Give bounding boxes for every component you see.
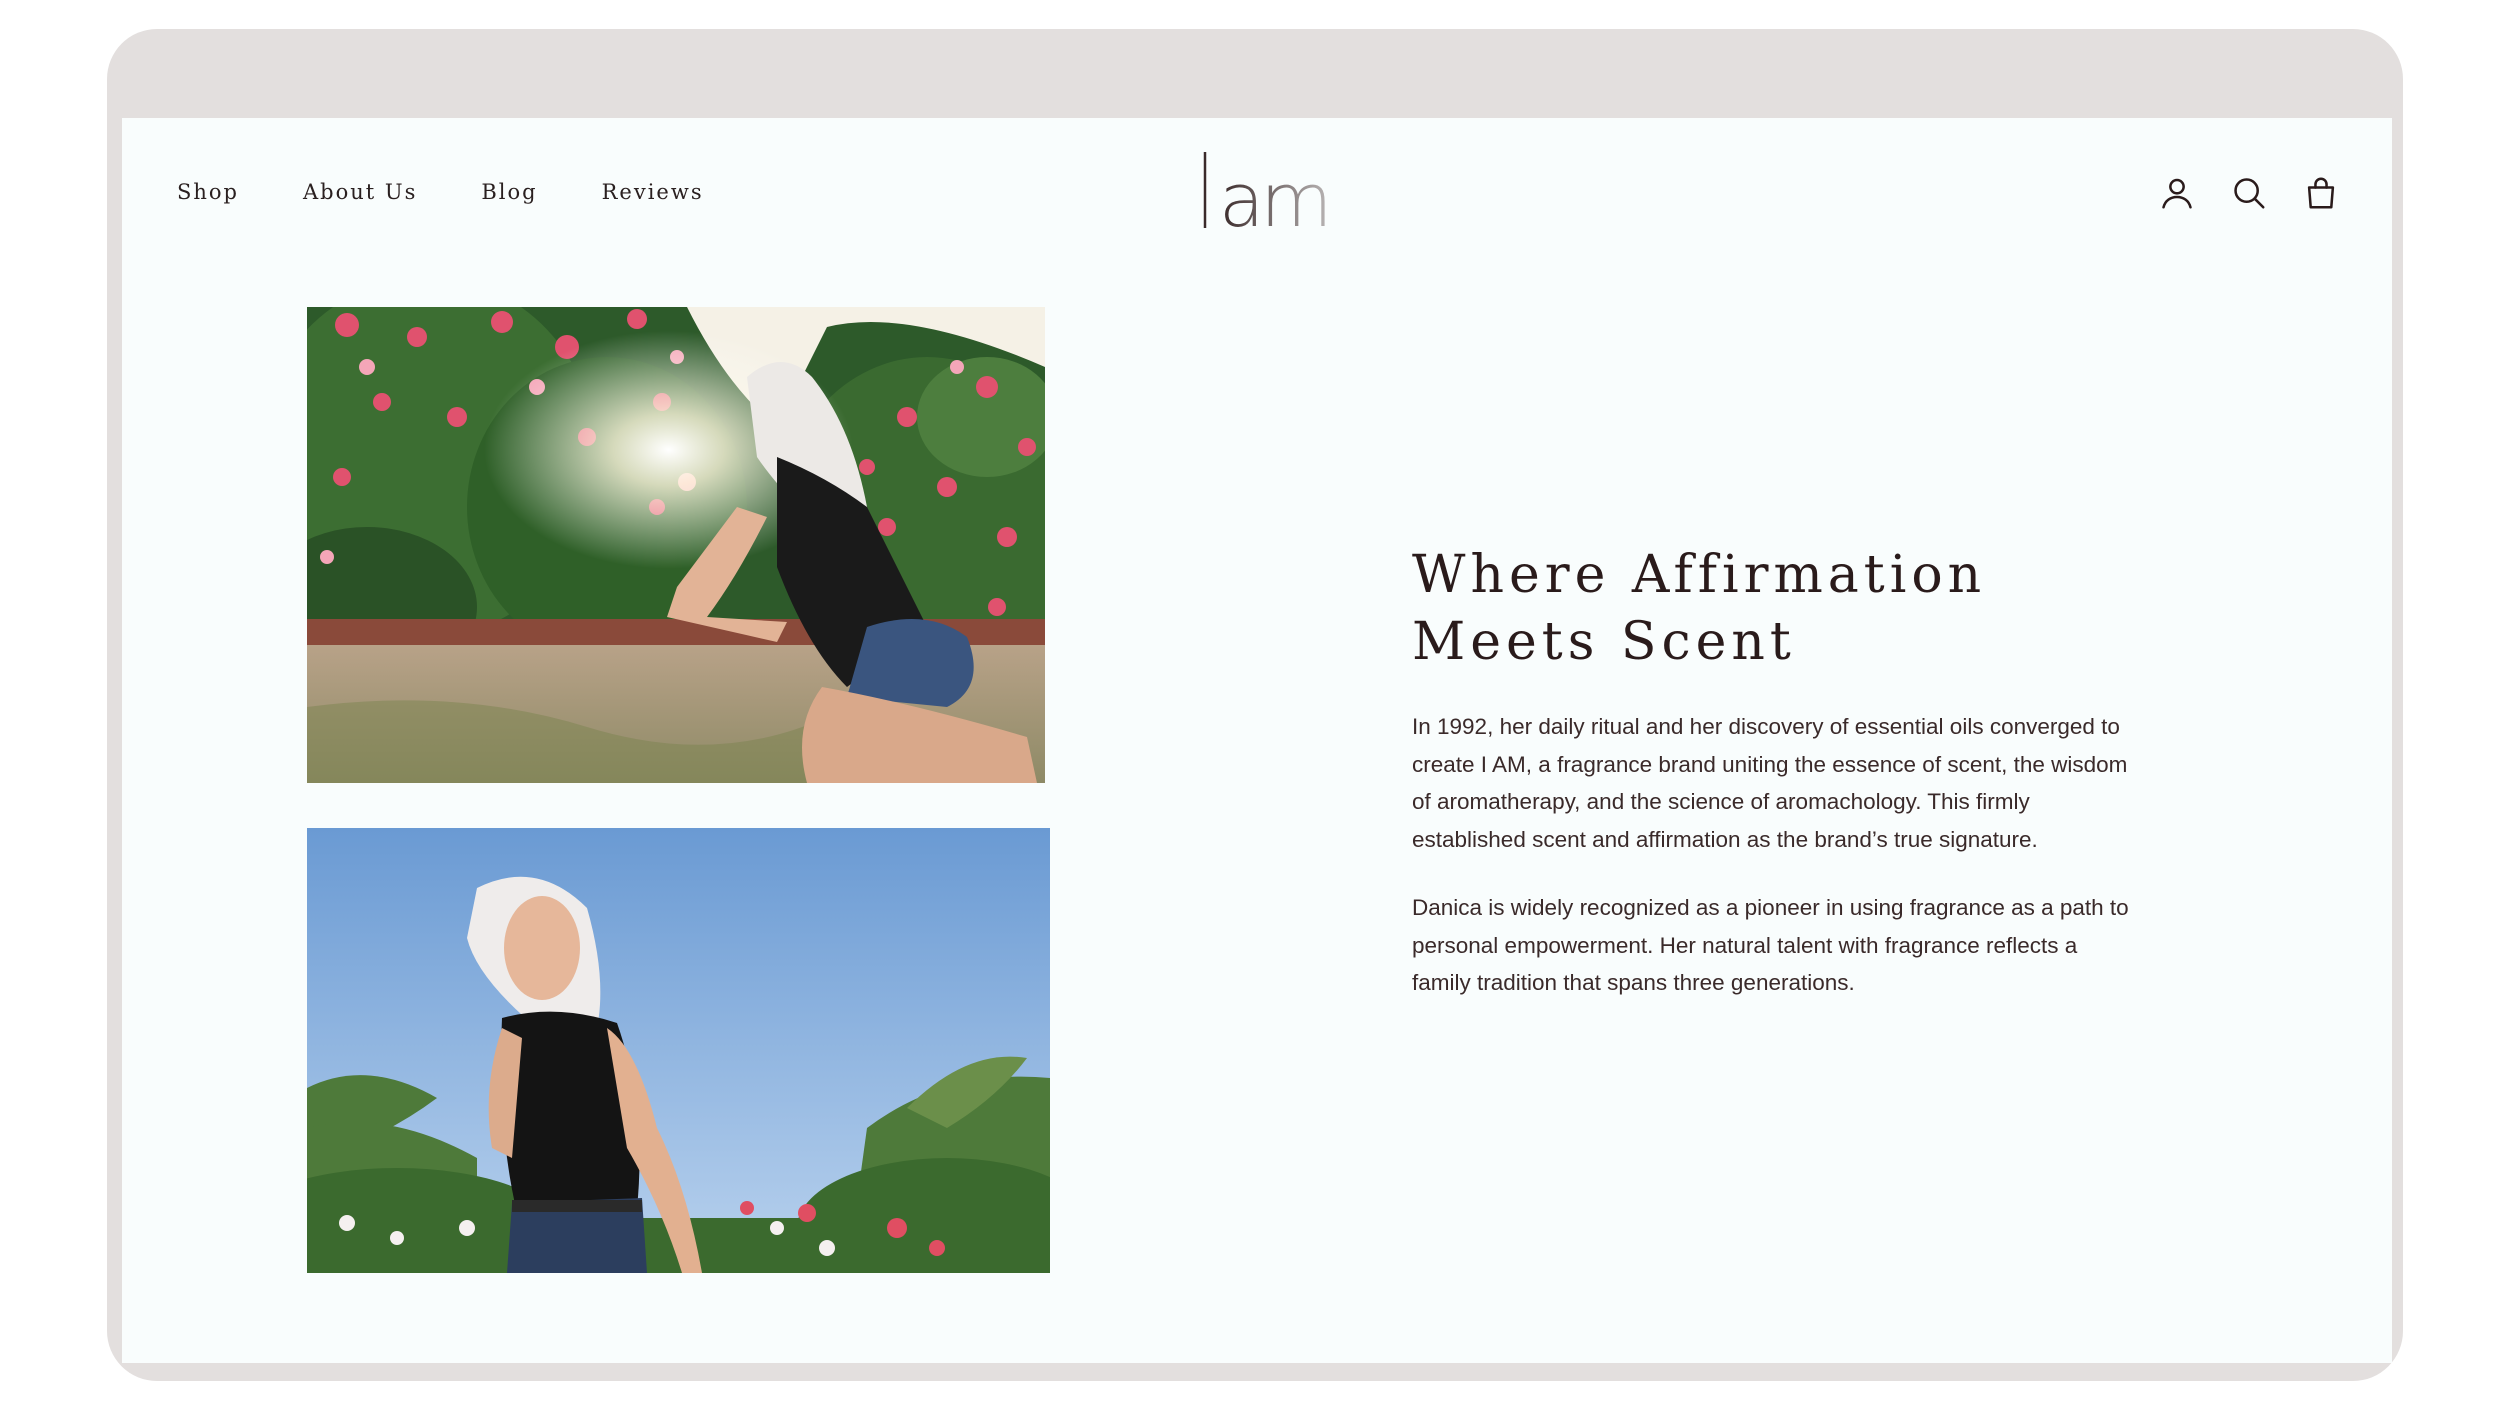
main-nav: Shop About Us Blog Reviews xyxy=(177,180,768,204)
browser-screen: Shop About Us Blog Reviews am Where Affi… xyxy=(122,118,2392,1363)
nav-reviews[interactable]: Reviews xyxy=(602,180,704,204)
paragraph-history: In 1992, her daily ritual and her discov… xyxy=(1412,714,2128,852)
photo-rose-garden xyxy=(307,307,1045,783)
account-icon[interactable] xyxy=(2158,174,2196,212)
heading-line-2: Meets Scent xyxy=(1412,612,1796,672)
heading-line-1: Where Affirmation xyxy=(1412,545,1987,605)
section-heading: Where Affirmation Meets Scent xyxy=(1412,542,2172,676)
nav-blog[interactable]: Blog xyxy=(481,180,537,204)
svg-text:am: am xyxy=(1219,158,1328,236)
header-icons xyxy=(2158,174,2340,212)
nav-shop[interactable]: Shop xyxy=(177,180,239,204)
paragraph-danica: Danica is widely recognized as a pioneer… xyxy=(1412,895,2129,995)
search-icon[interactable] xyxy=(2230,174,2268,212)
brand-logo[interactable]: am xyxy=(1199,146,1332,244)
photo-blue-sky-garden xyxy=(307,828,1050,1273)
nav-about-us[interactable]: About Us xyxy=(303,180,417,204)
bag-icon[interactable] xyxy=(2302,174,2340,212)
